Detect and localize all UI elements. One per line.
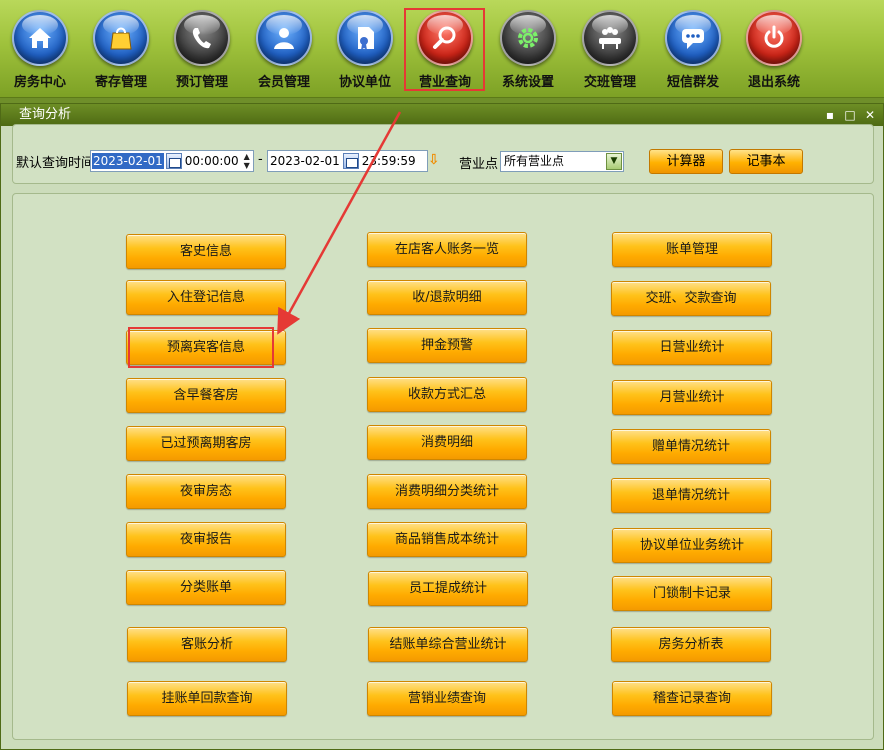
query-time-label: 默认查询时间 <box>16 156 95 171</box>
user-icon <box>256 10 312 66</box>
close-button[interactable]: ✕ <box>863 104 877 126</box>
toolbar-item-agreement[interactable]: 协议单位 <box>325 0 405 96</box>
shop-select-value: 所有营业点 <box>504 154 565 168</box>
monthly-business-stats-button[interactable]: 月营业统计 <box>612 380 772 415</box>
account-analysis-button[interactable]: 客账分析 <box>127 627 287 662</box>
toolbar-item-label: 房务中心 <box>13 75 66 90</box>
toolbar-item-settings[interactable]: 系统设置 <box>488 0 568 96</box>
meeting-icon <box>582 10 638 66</box>
toolbar-item-label: 交班管理 <box>583 75 636 90</box>
panel-title-bar: 查询分析 ▪ □ ✕ <box>1 104 883 126</box>
power-icon <box>746 10 802 66</box>
payment-refund-details-button[interactable]: 收/退款明细 <box>367 280 527 315</box>
night-audit-report-button[interactable]: 夜审报告 <box>126 522 286 557</box>
in-house-accounts-button[interactable]: 在店客人账务一览 <box>367 232 527 267</box>
toolbar-item-shift[interactable]: 交班管理 <box>570 0 650 96</box>
toolbar-item-exit[interactable]: 退出系统 <box>734 0 814 96</box>
main-toolbar: 房务中心 寄存管理 预订管理 会员管理 协议单位 营业查询 系统设置 交班管理 … <box>0 0 884 98</box>
down-arrow-icon[interactable]: ⇩ <box>428 152 440 168</box>
credit-repayment-query-button[interactable]: 挂账单回款查询 <box>127 681 287 716</box>
bag-icon <box>93 10 149 66</box>
magnifier-icon <box>417 10 473 66</box>
guest-history-button[interactable]: 客史信息 <box>126 234 286 269</box>
checkout-business-stats-button[interactable]: 结账单综合营业统计 <box>368 627 528 662</box>
shift-payment-query-button[interactable]: 交班、交款查询 <box>611 281 771 316</box>
payment-method-summary-button[interactable]: 收款方式汇总 <box>367 377 527 412</box>
start-date-value[interactable]: 2023-02-01 <box>92 153 164 169</box>
overdue-rooms-button[interactable]: 已过预离期客房 <box>126 426 286 461</box>
toolbar-item-member[interactable]: 会员管理 <box>244 0 324 96</box>
phone-icon <box>174 10 230 66</box>
door-card-records-button[interactable]: 门锁制卡记录 <box>612 576 772 611</box>
end-datetime-field[interactable]: 2023-02-01 23:59:59 <box>267 150 428 172</box>
maximize-button[interactable]: □ <box>843 104 857 126</box>
refund-stats-button[interactable]: 退单情况统计 <box>611 478 771 513</box>
gear-icon <box>500 10 556 66</box>
agreement-unit-stats-button[interactable]: 协议单位业务统计 <box>612 528 772 563</box>
toolbar-item-label: 协议单位 <box>338 75 391 90</box>
category-bills-button[interactable]: 分类账单 <box>126 570 286 605</box>
night-audit-status-button[interactable]: 夜审房态 <box>126 474 286 509</box>
deposit-warning-button[interactable]: 押金预警 <box>367 328 527 363</box>
calendar-icon[interactable] <box>342 153 359 169</box>
toolbar-item-label: 短信群发 <box>666 75 719 90</box>
toolbar-item-room-center[interactable]: 房务中心 <box>0 0 80 96</box>
consumption-details-button[interactable]: 消费明细 <box>367 425 527 460</box>
room-analysis-button[interactable]: 房务分析表 <box>611 627 771 662</box>
toolbar-item-label: 预订管理 <box>175 75 228 90</box>
panel-title: 查询分析 <box>19 107 72 122</box>
sales-performance-query-button[interactable]: 营销业绩查询 <box>367 681 527 716</box>
toolbar-item-booking[interactable]: 预订管理 <box>162 0 242 96</box>
home-icon <box>12 10 68 66</box>
toolbar-item-label: 会员管理 <box>257 75 310 90</box>
start-time-value[interactable]: 00:00:00 <box>183 154 241 168</box>
toolbar-item-label: 寄存管理 <box>94 75 147 90</box>
goods-cost-stats-button[interactable]: 商品销售成本统计 <box>367 522 527 557</box>
staff-commission-stats-button[interactable]: 员工提成统计 <box>368 571 528 606</box>
time-spinner-icon[interactable]: ▲ ▼ <box>241 151 253 171</box>
date-range-separator: - <box>258 152 263 167</box>
end-date-value[interactable]: 2023-02-01 <box>269 153 341 169</box>
toolbar-item-business-query[interactable]: 营业查询 <box>405 0 485 96</box>
minimize-button[interactable]: ▪ <box>823 104 837 126</box>
toolbar-item-label: 系统设置 <box>501 75 554 90</box>
bill-management-button[interactable]: 账单管理 <box>612 232 772 267</box>
end-time-value[interactable]: 23:59:59 <box>360 154 418 168</box>
toolbar-item-storage[interactable]: 寄存管理 <box>81 0 161 96</box>
checkin-records-button[interactable]: 入住登记信息 <box>126 280 286 315</box>
toolbar-item-label: 退出系统 <box>747 75 800 90</box>
chevron-down-icon[interactable]: ▼ <box>606 153 622 170</box>
complimentary-stats-button[interactable]: 赠单情况统计 <box>611 429 771 464</box>
toolbar-item-label: 营业查询 <box>418 75 471 90</box>
calculator-button[interactable]: 计算器 <box>649 149 723 174</box>
shop-select[interactable]: 所有营业点 ▼ <box>500 151 624 172</box>
shop-label: 营业点 <box>459 157 499 172</box>
toolbar-item-sms[interactable]: 短信群发 <box>653 0 733 96</box>
calendar-icon[interactable] <box>165 153 182 169</box>
start-datetime-field[interactable]: 2023-02-01 00:00:00 ▲ ▼ <box>90 150 254 172</box>
audit-records-query-button[interactable]: 稽查记录查询 <box>612 681 772 716</box>
sms-icon <box>665 10 721 66</box>
breakfast-rooms-button[interactable]: 含早餐客房 <box>126 378 286 413</box>
consumption-category-stats-button[interactable]: 消费明细分类统计 <box>367 474 527 509</box>
notepad-button[interactable]: 记事本 <box>729 149 803 174</box>
departing-guests-button[interactable]: 预离宾客信息 <box>126 330 286 365</box>
document-icon <box>337 10 393 66</box>
daily-business-stats-button[interactable]: 日营业统计 <box>612 330 772 365</box>
